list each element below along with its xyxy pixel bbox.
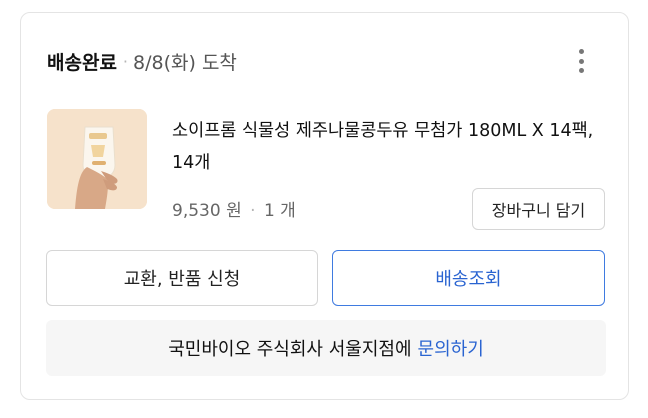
delivery-date: 8/8(화) 도착 <box>133 52 237 74</box>
product-price: 9,530 원 <box>172 201 242 221</box>
product-quantity: 1 개 <box>263 201 296 221</box>
price-quantity-row: 9,530 원 · 1 개 <box>172 196 296 221</box>
product-name[interactable]: 소이프롬 식물성 제주나물콩두유 무첨가 180ML X 14팩, 14개 <box>172 115 602 179</box>
add-to-cart-button[interactable]: 장바구니 담기 <box>472 188 605 230</box>
inquiry-link[interactable]: 문의하기 <box>418 335 484 361</box>
price-separator: · <box>250 201 256 221</box>
delivery-status: 배송완료 <box>47 52 117 74</box>
more-dot <box>578 68 584 73</box>
seller-name: 국민바이오 주식회사 서울지점에 <box>168 339 412 360</box>
exchange-return-button[interactable]: 교환, 반품 신청 <box>46 250 318 306</box>
order-status-row: 배송완료 · 8/8(화) 도착 <box>47 48 237 75</box>
status-separator: · <box>122 52 129 71</box>
order-card: 배송완료 · 8/8(화) 도착 소이프롬 식물성 제주나물콩두유 무첨가 18… <box>20 12 629 400</box>
soymilk-pouch-icon <box>47 109 147 209</box>
more-dot <box>578 58 584 64</box>
seller-inquiry-bar: 국민바이오 주식회사 서울지점에 문의하기 <box>46 320 606 376</box>
more-dot <box>578 49 584 54</box>
track-delivery-button[interactable]: 배송조회 <box>332 250 605 306</box>
product-thumbnail[interactable] <box>47 109 147 209</box>
more-options-icon[interactable] <box>569 47 593 75</box>
